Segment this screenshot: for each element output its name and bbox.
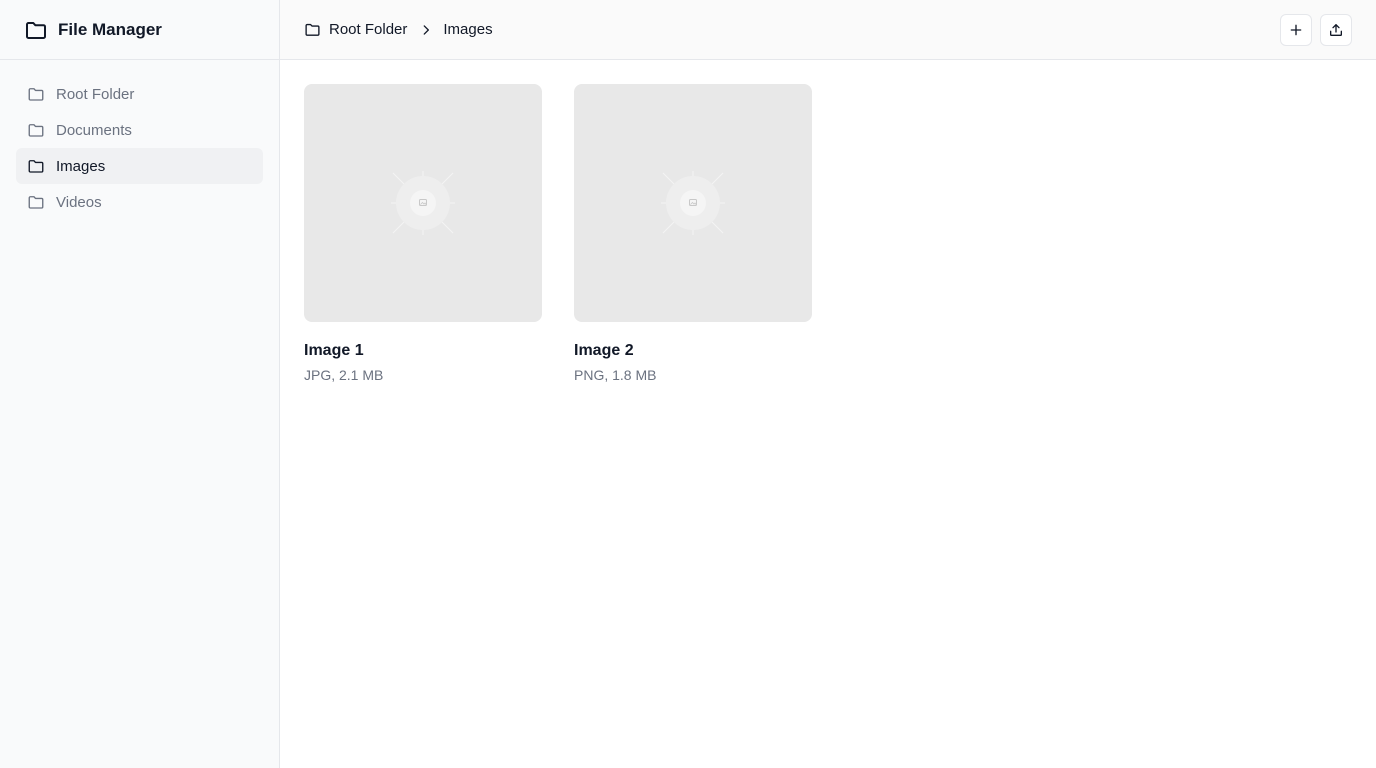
sidebar-item-videos[interactable]: Videos — [16, 184, 263, 220]
app-title: File Manager — [58, 19, 162, 39]
folder-icon — [24, 18, 48, 42]
file-card-image-1[interactable]: Image 1 JPG, 2.1 MB — [304, 84, 542, 383]
sidebar: File Manager Root Folder Documents Image… — [0, 0, 280, 768]
breadcrumb: Root Folder Images — [304, 21, 493, 38]
folder-icon — [27, 157, 45, 175]
upload-button[interactable] — [1320, 13, 1352, 46]
folder-icon — [27, 85, 45, 103]
file-name: Image 2 — [574, 342, 634, 359]
breadcrumb-item-root-folder[interactable]: Root Folder — [304, 21, 407, 38]
file-meta: JPG, 2.1 MB — [304, 367, 384, 383]
breadcrumb-item-images[interactable]: Images — [443, 21, 492, 38]
topbar: Root Folder Images — [280, 0, 1376, 60]
sidebar-item-documents[interactable]: Documents — [16, 112, 263, 148]
folder-icon — [27, 193, 45, 211]
sidebar-item-label: Root Folder — [56, 85, 135, 103]
upload-icon — [1328, 22, 1344, 38]
file-thumbnail — [304, 84, 542, 322]
sidebar-nav: Root Folder Documents Images Videos — [0, 60, 279, 236]
sidebar-item-images[interactable]: Images — [16, 148, 263, 184]
breadcrumb-label: Root Folder — [329, 21, 408, 38]
sidebar-header: File Manager — [0, 0, 279, 60]
file-grid: Image 1 JPG, 2.1 MB Image 2 PNG, 1.8 MB — [280, 60, 1376, 407]
file-card-image-2[interactable]: Image 2 PNG, 1.8 MB — [574, 84, 812, 383]
folder-icon — [27, 121, 45, 139]
breadcrumb-label: Images — [443, 21, 493, 38]
image-placeholder-icon — [661, 171, 725, 235]
sidebar-item-label: Videos — [56, 193, 102, 211]
sidebar-item-label: Documents — [56, 121, 132, 139]
image-placeholder-icon — [391, 171, 455, 235]
main-panel: Root Folder Images Image 1 JPG, 2.1 MB I… — [280, 0, 1376, 768]
app-window: File Manager Root Folder Documents Image… — [0, 0, 1376, 768]
file-name: Image 1 — [304, 342, 364, 359]
toolbar-actions — [1280, 13, 1352, 46]
chevron-right-icon — [419, 23, 433, 37]
sidebar-item-root-folder[interactable]: Root Folder — [16, 76, 263, 112]
folder-icon — [304, 21, 321, 38]
new-item-button[interactable] — [1280, 13, 1312, 46]
sidebar-item-label: Images — [56, 157, 106, 175]
plus-icon — [1288, 22, 1304, 38]
file-meta: PNG, 1.8 MB — [574, 367, 657, 383]
file-thumbnail — [574, 84, 812, 322]
